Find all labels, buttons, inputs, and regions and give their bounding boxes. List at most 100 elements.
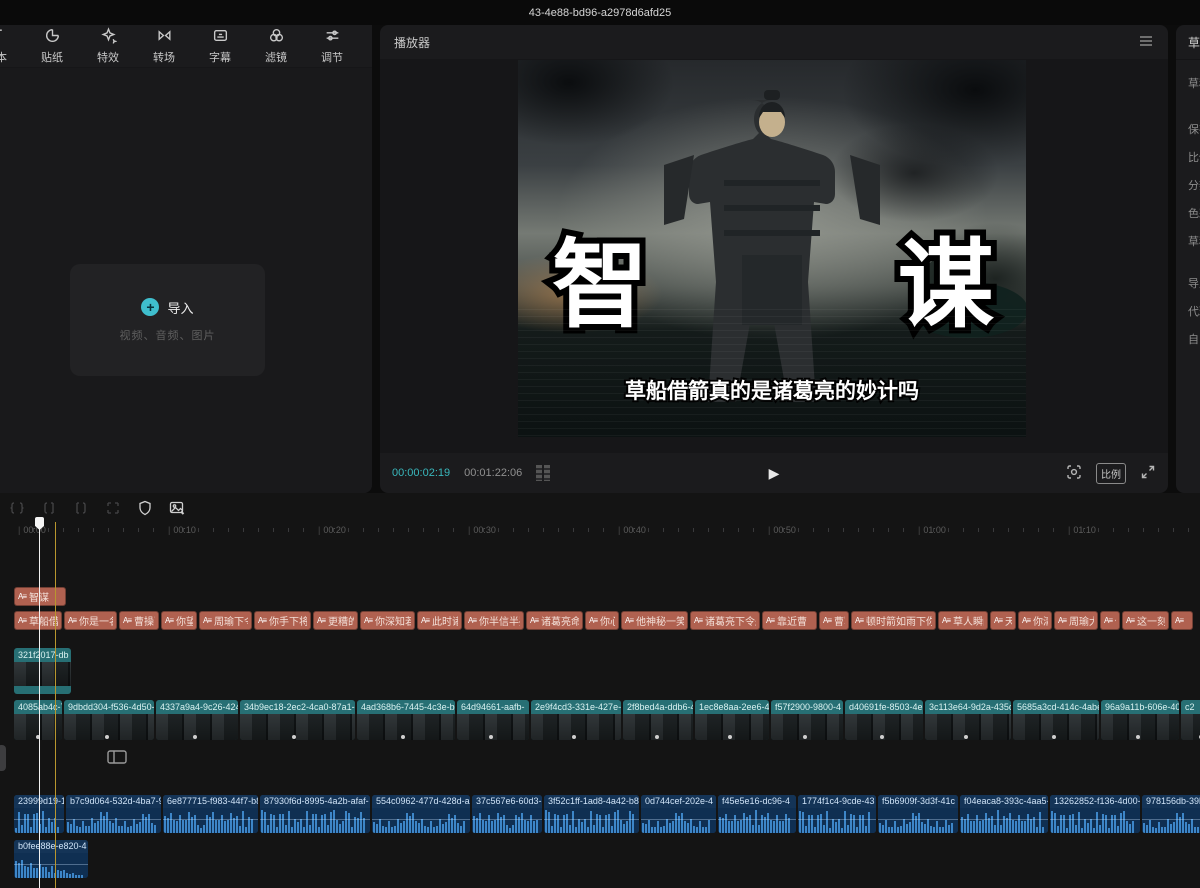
subtitle-clip[interactable]: A≡ 曹军 [819,611,849,630]
draft-setting-item[interactable]: 保存 [1188,116,1200,144]
audio-clip[interactable]: f5b6909f-3d3f-41c [878,795,958,833]
video-clip[interactable]: 9dbdd304-f536-4d50-8 [64,700,154,740]
audio-clip[interactable]: 13262852-f136-4d00- [1050,795,1140,833]
trim-left-icon[interactable] [40,499,58,517]
sticker-icon [44,27,61,47]
draft-setting-item[interactable]: 分辨 [1188,172,1200,200]
toolbar-item-captions[interactable]: 字幕 [198,27,242,65]
subtitle-clip[interactable]: A≡ 曹操百 [119,611,159,630]
video-clip[interactable]: 4ad368b6-7445-4c3e-ba [357,700,455,740]
draft-setting-item[interactable]: 草稿 [1188,70,1200,98]
audio-clip[interactable]: 6e877715-f983-44f7-b8 [163,795,258,833]
draft-setting-item[interactable]: 代理 [1188,298,1200,326]
subtitle-clip[interactable]: A≡ 你 [1100,611,1120,630]
title-text-clip[interactable]: A≡ 智谋 [14,587,66,606]
video-clip[interactable]: 96a9a11b-606e-409 [1101,700,1179,740]
video-preview: 智 谋 草船借箭真的是诸葛亮的妙计吗 [518,60,1026,437]
title-overlay: 智 谋 草船借箭真的是诸葛亮的妙计吗 [518,60,1026,437]
audio-clip[interactable]: 37c567e6-60d3- [472,795,542,833]
menu-icon[interactable] [1138,34,1154,51]
play-button[interactable]: ▶ [769,465,780,481]
select-range-icon[interactable] [104,499,122,517]
subtitle-clip[interactable]: A≡ 周瑜下令三 [199,611,252,630]
text-clip-icon: A≡ [258,616,266,625]
video-clip[interactable]: 4337a9a4-9c26-4246- [156,700,238,740]
keyframe-dot [655,735,659,739]
video-clip[interactable]: 1ec8e8aa-2ee6-4 [695,700,769,740]
audio-clip[interactable]: 978156db-39bc-47ff-aa [1142,795,1200,833]
subtitle-clip[interactable]: A≡ 你清点 [1018,611,1052,630]
subtitle-clip[interactable]: A≡ 天未 [990,611,1016,630]
track-scroll-handle[interactable] [0,745,6,771]
trim-right-icon[interactable] [72,499,90,517]
draft-setting-item[interactable]: 比例 [1188,144,1200,172]
toolbar-item-sticker[interactable]: 贴纸 [30,27,74,65]
import-dropzone[interactable]: + 导入 视频、音频、图片 [70,264,265,376]
music-clip[interactable]: b0fee88e-e820-4 [14,840,88,878]
keyframe-dot [105,735,109,739]
text-clip-icon: A≡ [1022,616,1030,625]
subtitle-clip[interactable]: A≡ 他神秘一笑说自 [621,611,688,630]
subtitle-clip[interactable]: A≡ 你深知若 [360,611,415,630]
timeline-ruler[interactable]: 00:0000:1000:2000:3000:4000:5001:0001:10 [0,522,1200,542]
video-clip[interactable]: f57f2900-9800-4 [771,700,843,740]
draft-setting-item[interactable]: 导入 [1188,270,1200,298]
subtitle-clip[interactable]: A≡ 你心 [585,611,619,630]
video-clip[interactable]: 64d94661-aafb- [457,700,529,740]
toolbar-item-filters[interactable]: 滤镜 [254,27,298,65]
fullscreen-icon[interactable] [1140,464,1156,483]
video-clip[interactable]: d40691fe-8503-4e [845,700,923,740]
frame-view-icon[interactable] [536,465,550,481]
clip-label: 曹军 [834,613,845,628]
split-clip-icon[interactable] [8,499,26,517]
subtitle-clip[interactable]: A≡ 靠近曹 [762,611,817,630]
audio-clip[interactable]: 3f52c1ff-1ad8-4a42-b8 [544,795,639,833]
subtitle-clip[interactable]: A≡ 顿时箭如雨下你 [851,611,936,630]
toolbar-item-effects[interactable]: 特效 [86,27,130,65]
audio-clip[interactable]: 1774f1c4-9cde-43 [798,795,876,833]
draft-setting-item[interactable]: 自由 [1188,326,1200,354]
audio-clip[interactable]: 0d744cef-202e-4 [641,795,716,833]
video-clip[interactable]: 2e9f4cd3-331e-427e- [531,700,621,740]
clip-label: 3c113e64-9d2a-435d- [925,700,1011,714]
track-height-toggle-icon[interactable] [106,748,128,771]
video-clip[interactable]: 5685a3cd-414c-4abe- [1013,700,1099,740]
toolbar-item-adjust[interactable]: 调节 [310,27,354,65]
toolbar-item-template[interactable]: 模板 [366,27,372,65]
draft-setting-item[interactable]: 色彩 [1188,200,1200,228]
mute-shield-icon[interactable] [136,499,154,517]
subtitle-clip[interactable]: A≡ 你半信半疑但 [464,611,524,630]
subtitle-clip[interactable]: A≡ 这一刻你终 [1122,611,1169,630]
draft-setting-item[interactable]: 草稿 [1188,228,1200,256]
subtitle-clip[interactable]: A≡ 周瑜大喜 [1054,611,1098,630]
subtitle-clip[interactable]: A≡ 你望着 [161,611,197,630]
subtitle-clip[interactable]: A≡ 更糟的是 [313,611,358,630]
aspect-ratio-button[interactable]: 比例 [1096,463,1126,484]
clip-label: 34b9ec18-2ec2-4ca0-87a1- [240,700,355,714]
video-clip[interactable]: 2f8bed4a-ddb6-4 [623,700,693,740]
audio-clip[interactable]: 87930f6d-8995-4a2b-afaf- [260,795,370,833]
audio-clip[interactable]: 554c0962-477d-428d-a8 [372,795,470,833]
audio-track: 23999d19-1a b7c9d064-532d-4ba7-9 6e87771… [14,795,1200,833]
subtitle-clip[interactable]: A≡ 此时诸葛 [417,611,462,630]
player-title: 播放器 [394,34,430,51]
audio-clip[interactable]: b7c9d064-532d-4ba7-9 [66,795,161,833]
video-clip[interactable]: 34b9ec18-2ec2-4ca0-87a1- [240,700,355,740]
toolbar-item-text[interactable]: 文本 [0,27,18,65]
intro-video-clip[interactable]: 321f2017-db [14,648,71,694]
clip-label: 你望着 [176,613,193,628]
subtitle-clip[interactable]: A≡ 诸葛亮下令船 [690,611,760,630]
subtitle-clip[interactable]: A≡ 草人瞬间被 [938,611,988,630]
toolbar-item-transition[interactable]: 转场 [142,27,186,65]
video-clip[interactable]: 3c113e64-9d2a-435d- [925,700,1011,740]
player-controls: 00:00:02:19 00:01:22:06 ▶ 比例 [380,453,1168,493]
audio-clip[interactable]: f45e5e16-dc96-4 [718,795,796,833]
subtitle-clip[interactable]: A≡ 你是一名东 [64,611,117,630]
subtitle-clip[interactable]: A≡ 你手下将士 [254,611,311,630]
cover-edit-icon[interactable] [168,499,186,517]
subtitle-clip[interactable]: A≡ 诸葛亮命人 [526,611,583,630]
audio-clip[interactable]: f04eaca8-393c-4aa5- [960,795,1048,833]
subtitle-clip[interactable]: A≡ [1171,611,1193,630]
video-clip[interactable]: c2 [1181,700,1200,740]
preview-quality-icon[interactable] [1066,464,1082,483]
